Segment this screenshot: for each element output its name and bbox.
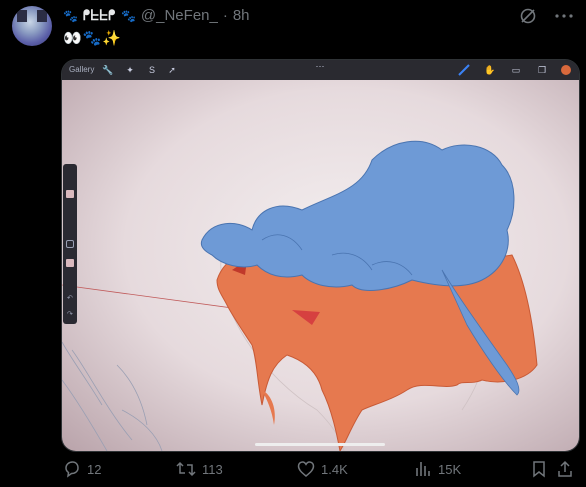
brush-icon[interactable] xyxy=(458,64,470,76)
avatar-ear-right xyxy=(37,10,47,22)
post-text: 👀🐾✨ xyxy=(63,30,123,47)
display-name[interactable]: ᖰᖶᖶᖰ xyxy=(83,7,116,24)
like-count: 1.4K xyxy=(321,461,348,477)
post-top-actions xyxy=(518,6,574,26)
redo-icon[interactable]: ↷ xyxy=(67,310,73,318)
brush-size-sidebar: ↶ ↷ xyxy=(63,164,77,324)
share-button[interactable] xyxy=(557,460,573,478)
color-swatch-icon[interactable] xyxy=(560,64,572,76)
more-icon[interactable] xyxy=(554,6,574,26)
reply-count: 12 xyxy=(87,461,102,477)
reply-button[interactable]: 12 xyxy=(63,460,101,478)
view-count: 15K xyxy=(438,461,462,477)
repost-icon xyxy=(176,461,196,477)
transform-icon[interactable]: ➚ xyxy=(166,64,178,76)
post-actions: 12 113 1.4K 15K xyxy=(63,460,574,482)
layers-icon[interactable]: ❐ xyxy=(536,64,548,76)
like-button[interactable]: 1.4K xyxy=(297,460,348,478)
post-media[interactable]: Gallery 🔧 ✦ S ➚ ··· ✋ ▭ ❐ ↶ ↷ xyxy=(61,59,580,452)
bookmark-icon xyxy=(533,461,545,478)
opacity-slider[interactable] xyxy=(66,259,74,267)
bookmark-button[interactable] xyxy=(531,460,547,478)
paw-icon: 🐾 xyxy=(63,8,78,23)
home-indicator xyxy=(255,443,385,446)
eraser-icon[interactable]: ▭ xyxy=(510,64,522,76)
wrench-icon[interactable]: 🔧 xyxy=(102,64,114,76)
magic-icon[interactable]: ✦ xyxy=(124,64,136,76)
artwork xyxy=(62,140,538,451)
repost-button[interactable]: 113 xyxy=(176,460,223,478)
grok-icon[interactable] xyxy=(518,6,538,26)
separator-dot: · xyxy=(222,7,228,24)
post-time[interactable]: 8h xyxy=(233,7,250,24)
post-header: 🐾 ᖰᖶᖶᖰ 🐾 @_NeFen_ · 8h xyxy=(63,7,250,24)
avatar-ear-left xyxy=(17,10,27,22)
gallery-button[interactable]: Gallery xyxy=(69,65,94,74)
views-button[interactable]: 15K xyxy=(414,460,461,478)
smudge-icon[interactable]: ✋ xyxy=(484,64,496,76)
reply-icon xyxy=(65,461,79,478)
heart-icon xyxy=(297,461,315,477)
share-icon xyxy=(558,460,572,477)
more-dots-icon[interactable]: ··· xyxy=(314,60,326,72)
procreate-toolbar: Gallery 🔧 ✦ S ➚ ··· ✋ ▭ ❐ xyxy=(62,60,579,80)
repost-count: 113 xyxy=(202,461,223,477)
undo-icon[interactable]: ↶ xyxy=(67,294,73,302)
brush-size-slider[interactable] xyxy=(66,190,74,198)
drawing-canvas[interactable]: ↶ ↷ xyxy=(62,80,579,451)
views-icon xyxy=(416,462,430,476)
modify-button[interactable] xyxy=(66,240,74,248)
paw-icon: 🐾 xyxy=(120,8,136,23)
selection-icon[interactable]: S xyxy=(146,64,158,76)
user-handle[interactable]: @_NeFen_ xyxy=(141,7,218,24)
avatar[interactable] xyxy=(12,6,52,46)
